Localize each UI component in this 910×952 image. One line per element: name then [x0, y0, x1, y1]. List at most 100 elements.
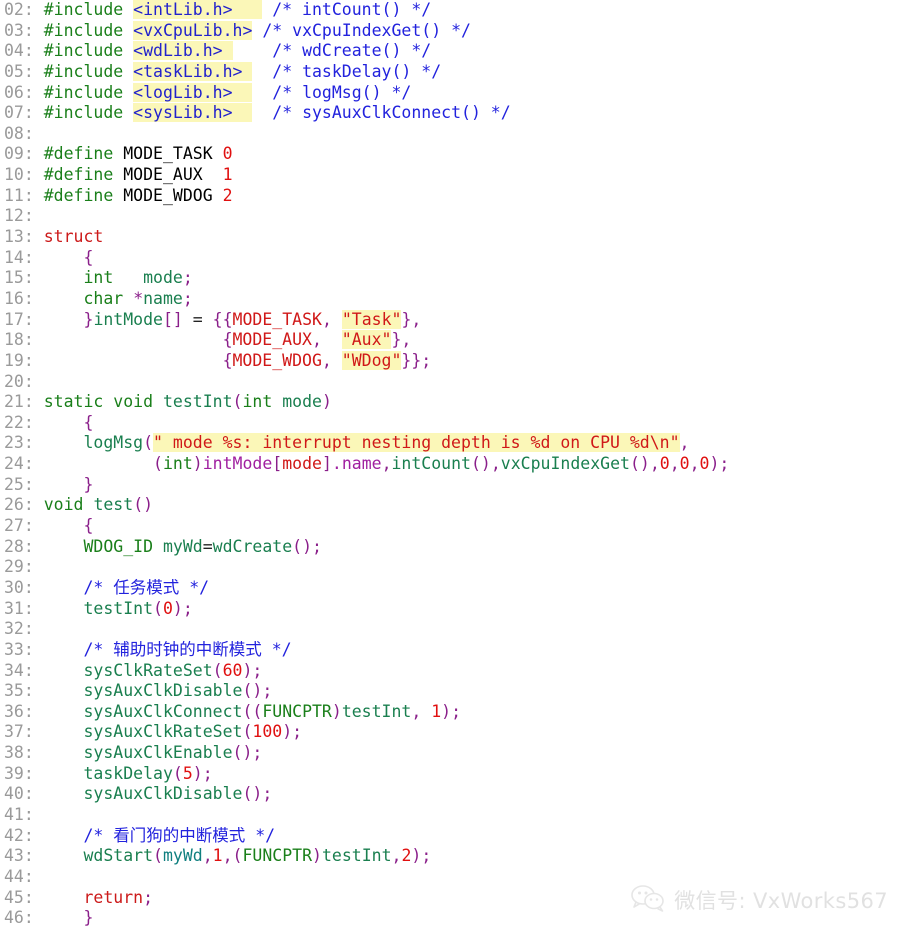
code-line[interactable]: 06: #include <logLib.h> /* logMsg() */: [0, 82, 910, 104]
code-line[interactable]: 29:: [0, 557, 910, 578]
code-token: MODE_TASK: [232, 309, 322, 329]
code-line[interactable]: 28: WDOG_ID myWd=wdCreate();: [0, 537, 910, 558]
code-token: ;: [262, 681, 273, 701]
line-number: 19:: [4, 350, 44, 370]
code-token: void: [43, 495, 84, 515]
code-token: (: [242, 722, 253, 742]
line-number: 46:: [4, 908, 44, 928]
code-line[interactable]: 14: {: [0, 248, 910, 269]
line-number: 38:: [4, 743, 44, 763]
code-token: ,(: [222, 846, 243, 866]
code-line[interactable]: 02: #include <intLib.h> /* intCount() */: [0, 0, 910, 21]
code-line[interactable]: 23: logMsg(" mode %s: interrupt nesting …: [0, 433, 910, 454]
code-token: sysClkRateSet: [83, 660, 213, 680]
code-token: 100: [252, 722, 283, 742]
code-line[interactable]: 41:: [0, 805, 910, 826]
code-line[interactable]: 05: #include <taskLib.h> /* taskDelay() …: [0, 61, 910, 83]
code-line[interactable]: 30: /* 任务模式 */: [0, 578, 910, 599]
code-line[interactable]: 22: {: [0, 413, 910, 434]
code-token: mode: [282, 392, 322, 412]
code-line[interactable]: 26: void test(): [0, 495, 910, 516]
code-line[interactable]: 10: #define MODE_AUX 1: [0, 165, 910, 186]
code-token: int: [83, 268, 114, 288]
code-token: ,: [411, 309, 422, 329]
line-number: 21:: [4, 392, 44, 412]
code-token: ]: [321, 454, 332, 474]
code-line[interactable]: 25: }: [0, 475, 910, 496]
code-token: <wdLib.h>: [133, 41, 233, 61]
code-line[interactable]: 19: {MODE_WDOG, "WDog"}};: [0, 350, 910, 372]
code-line[interactable]: 08:: [0, 124, 910, 145]
code-line[interactable]: 20:: [0, 372, 910, 393]
code-token: ;: [143, 887, 154, 907]
line-number: 31:: [4, 598, 44, 618]
code-token: logMsg: [83, 433, 144, 453]
code-line[interactable]: 18: {MODE_AUX, "Aux"},: [0, 330, 910, 351]
code-line[interactable]: 24: (int)intMode[mode].name,intCount(),v…: [0, 454, 910, 475]
code-line[interactable]: 35: sysAuxClkDisable();: [0, 681, 910, 702]
code-line[interactable]: 16: char *name;: [0, 289, 910, 310]
line-number: 10:: [4, 165, 44, 185]
code-line[interactable]: 37: sysAuxClkRateSet(100);: [0, 722, 910, 743]
code-line[interactable]: 09: #define MODE_TASK 0: [0, 144, 910, 165]
code-token: (: [172, 763, 183, 783]
code-line[interactable]: 12:: [0, 206, 910, 227]
code-line[interactable]: 36: sysAuxClkConnect((FUNCPTR)testInt, 1…: [0, 702, 910, 723]
code-line[interactable]: 32:: [0, 619, 910, 640]
code-token: 2: [222, 185, 233, 205]
code-line[interactable]: 03: #include <vxCpuLib.h> /* vxCpuIndexG…: [0, 20, 910, 42]
code-token: }: [83, 474, 94, 494]
code-line[interactable]: 13: struct: [0, 227, 910, 248]
code-line[interactable]: 07: #include <sysLib.h> /* sysAuxClkConn…: [0, 103, 910, 124]
code-token: }}: [401, 350, 422, 370]
line-number: 02:: [4, 0, 44, 19]
code-token: mode: [143, 268, 183, 288]
code-line[interactable]: 45: return;: [0, 888, 910, 909]
code-token: (): [242, 784, 263, 804]
code-token: " mode %s: interrupt nesting depth is %d…: [153, 433, 680, 453]
code-body[interactable]: 02: #include <intLib.h> /* intCount() */…: [0, 0, 910, 929]
code-token: MODE_AUX: [232, 330, 312, 350]
code-token: struct: [43, 227, 104, 247]
code-line[interactable]: 38: sysAuxClkEnable();: [0, 743, 910, 764]
code-line[interactable]: 21: static void testInt(int mode): [0, 392, 910, 413]
code-token: ): [709, 454, 720, 474]
code-line[interactable]: 39: taskDelay(5);: [0, 764, 910, 785]
code-line[interactable]: 27: {: [0, 516, 910, 537]
code-line[interactable]: 11: #define MODE_WDOG 2: [0, 186, 910, 207]
code-token: ;: [421, 846, 432, 866]
line-number: 11:: [4, 185, 44, 205]
code-token: ): [192, 763, 203, 783]
code-token: MODE_AUX: [123, 165, 203, 185]
code-line[interactable]: 04: #include <wdLib.h> /* wdCreate() */: [0, 41, 910, 62]
code-line[interactable]: 42: /* 看门狗的中断模式 */: [0, 826, 910, 847]
code-line[interactable]: 43: wdStart(myWd,1,(FUNCPTR)testInt,2);: [0, 846, 910, 867]
code-token: ): [312, 846, 322, 866]
code-line[interactable]: 46: }: [0, 908, 910, 929]
code-line[interactable]: 33: /* 辅助时钟的中断模式 */: [0, 640, 910, 661]
code-line[interactable]: 44:: [0, 867, 910, 888]
code-token: {: [83, 247, 94, 267]
line-number: 09:: [4, 144, 44, 164]
code-line[interactable]: 17: }intMode[] = {{MODE_TASK, "Task"},: [0, 309, 910, 331]
code-token: 1: [222, 165, 233, 185]
code-token: 0: [162, 598, 173, 618]
code-line[interactable]: 15: int mode;: [0, 268, 910, 289]
line-number: 43:: [4, 846, 44, 866]
line-number: 18:: [4, 330, 44, 350]
code-line[interactable]: 31: testInt(0);: [0, 599, 910, 620]
code-line[interactable]: 40: sysAuxClkDisable();: [0, 784, 910, 805]
code-line[interactable]: 34: sysClkRateSet(60);: [0, 661, 910, 682]
